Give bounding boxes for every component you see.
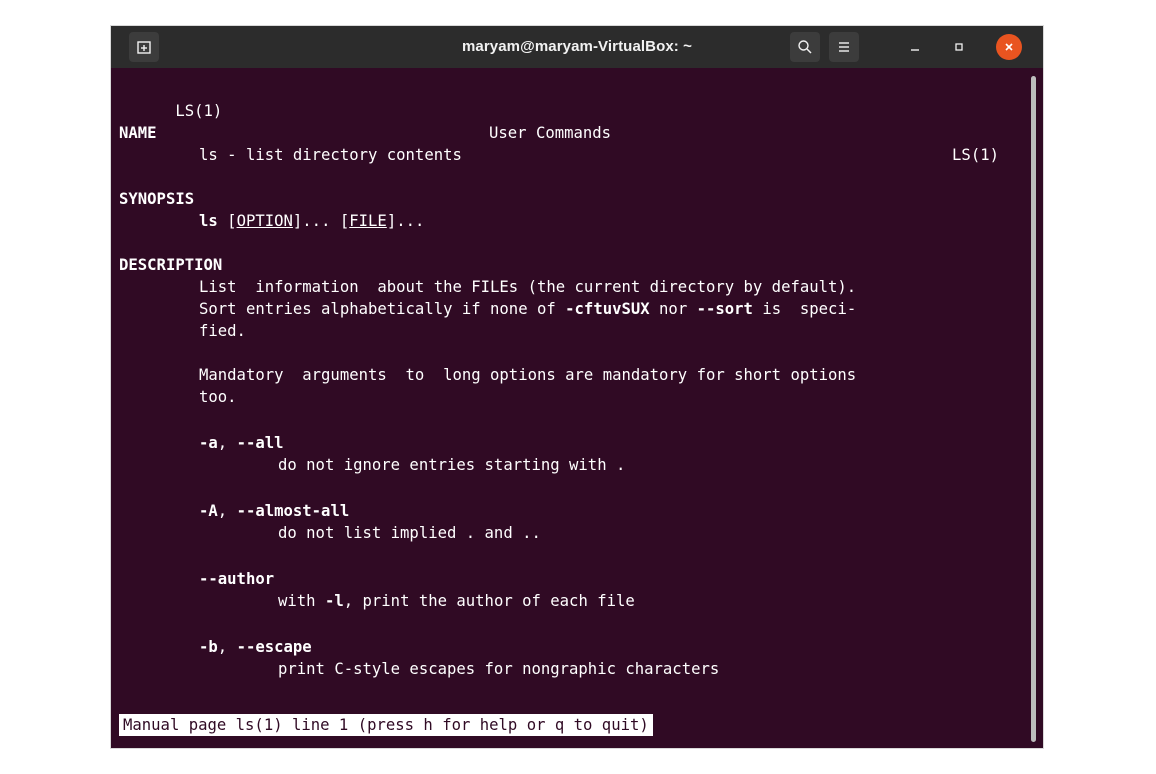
minimize-button[interactable] [902, 34, 928, 60]
name-heading: NAME [119, 124, 157, 142]
synopsis-bracket-open: [ [227, 212, 237, 230]
close-icon [1005, 43, 1013, 51]
option-separator: , [217, 434, 237, 452]
desc-text-a: Sort entries alphabetically if none of [199, 300, 566, 318]
description-heading: DESCRIPTION [119, 256, 223, 274]
author-desc-a: with [278, 592, 325, 610]
man-header-left: LS(1) [175, 102, 223, 120]
option-almost-all-long: --almost-all [236, 502, 350, 520]
option-almost-all-description: do not list implied . and .. [278, 524, 541, 542]
terminal-output[interactable]: LS(1) User Commands LS(1) NAME ls - list… [111, 68, 1043, 748]
terminal-window: maryam@maryam-VirtualBox: ~ LS(1) User C… [111, 26, 1043, 748]
name-text: ls - list directory contents [199, 146, 462, 164]
option-almost-all: -A, --almost-all [199, 500, 349, 522]
desc-flags: -cftuvSUX [565, 300, 650, 318]
synopsis-line: ls [OPTION]... [FILE]... [199, 210, 424, 232]
option-author: --author [199, 570, 275, 588]
option-escape: -b, --escape [199, 636, 312, 658]
option-all-long: --all [236, 434, 284, 452]
synopsis-end: ]... [386, 212, 425, 230]
author-desc-b: , print the author of each file [343, 592, 635, 610]
mandatory-line-1: Mandatory arguments to long options are … [199, 366, 857, 384]
search-button[interactable] [790, 32, 820, 62]
title-bar: maryam@maryam-VirtualBox: ~ [111, 26, 1043, 68]
option-escape-description: print C-style escapes for nongraphic cha… [278, 660, 720, 678]
minimize-icon [911, 49, 919, 51]
option-escape-short: -b [199, 638, 218, 656]
scrollbar[interactable] [1031, 76, 1036, 742]
man-header-right: LS(1) [952, 146, 999, 164]
mandatory-line-2: too. [199, 388, 237, 406]
option-all-short: -a [199, 434, 218, 452]
man-header-center: User Commands [489, 124, 612, 142]
synopsis-middle: ]... [ [292, 212, 350, 230]
close-button[interactable] [996, 34, 1022, 60]
synopsis-command: ls [199, 212, 218, 230]
option-all: -a, --all [199, 432, 284, 454]
option-author-description: with -l, print the author of each file [278, 590, 635, 612]
synopsis-file: FILE [349, 212, 387, 230]
option-separator: , [217, 638, 237, 656]
maximize-icon [955, 43, 963, 51]
synopsis-option: OPTION [236, 212, 293, 230]
description-line-1: List information about the FILEs (the cu… [199, 278, 857, 296]
man-header: LS(1) User Commands LS(1) [119, 78, 999, 164]
menu-button[interactable] [829, 32, 859, 62]
maximize-button[interactable] [946, 34, 972, 60]
desc-text-b: nor [649, 300, 697, 318]
synopsis-heading: SYNOPSIS [119, 190, 195, 208]
option-all-description: do not ignore entries starting with . [278, 456, 626, 474]
desc-sort-flag: --sort [696, 300, 753, 318]
search-icon [798, 40, 812, 54]
option-separator: , [217, 502, 237, 520]
description-line-3: fied. [199, 322, 246, 340]
hamburger-menu-icon [839, 42, 849, 52]
pager-status-bar: Manual page ls(1) line 1 (press h for he… [119, 714, 653, 736]
desc-text-c: is speci- [752, 300, 857, 318]
option-escape-long: --escape [236, 638, 312, 656]
description-line-2: Sort entries alphabetically if none of -… [199, 298, 856, 320]
author-desc-flag: -l [324, 592, 344, 610]
option-almost-all-short: -A [199, 502, 218, 520]
